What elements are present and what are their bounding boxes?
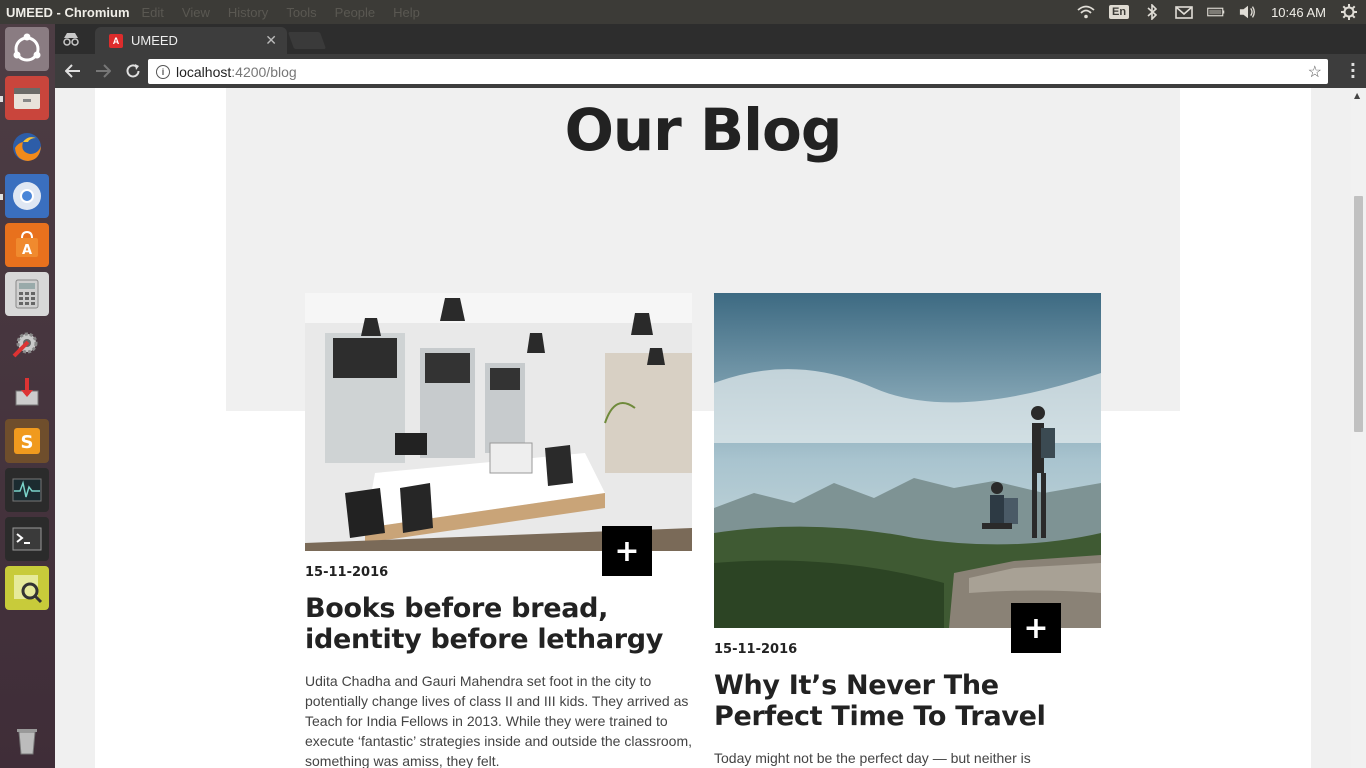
installer-icon[interactable] [5, 370, 49, 414]
running-indicator [0, 194, 3, 200]
post-date: 15-11-2016 [714, 642, 798, 657]
system-tray: En 10:46 AM [1077, 0, 1358, 24]
browser-menu-icon[interactable]: · · · [1350, 57, 1356, 85]
angular-favicon-icon: A [109, 33, 123, 48]
system-monitor-icon[interactable] [5, 468, 49, 512]
page-title: Our Blog [564, 96, 843, 164]
sublime-text-icon[interactable]: S [5, 419, 49, 463]
software-center-icon[interactable]: A [5, 223, 49, 267]
calculator-icon[interactable] [5, 272, 49, 316]
page-left-gutter [55, 88, 95, 768]
menu-tools[interactable]: Tools [286, 5, 316, 20]
svg-text:A: A [22, 243, 32, 258]
active-app-title: UMEED - Chromium [6, 4, 130, 20]
scroll-up-arrow-icon[interactable]: ▲ [1354, 91, 1360, 100]
reload-icon[interactable] [121, 59, 145, 83]
post-title[interactable]: Books before bread, identity before leth… [305, 593, 695, 655]
files-icon[interactable] [5, 76, 49, 120]
address-bar[interactable]: i localhost :4200/blog ☆ [148, 59, 1328, 84]
bookmark-star-icon[interactable]: ☆ [1308, 62, 1322, 82]
back-icon[interactable] [61, 59, 85, 83]
post-date: 15-11-2016 [305, 565, 389, 580]
power-settings-icon[interactable] [1340, 4, 1358, 20]
terminal-icon[interactable] [5, 517, 49, 561]
page-viewport: Our Blog + 15-11-2016 Books before bread… [55, 88, 1366, 768]
menu-view[interactable]: View [182, 5, 210, 20]
post-excerpt: Udita Chadha and Gauri Mahendra set foot… [305, 673, 693, 768]
firefox-icon[interactable] [5, 125, 49, 169]
chromium-icon[interactable] [5, 174, 49, 218]
tab-umeed[interactable]: A UMEED ✕ [95, 27, 287, 54]
url-path: :4200/blog [231, 63, 297, 80]
wifi-icon[interactable] [1077, 4, 1095, 20]
menu-people[interactable]: People [335, 5, 375, 20]
volume-icon[interactable] [1239, 4, 1257, 20]
svg-text:S: S [21, 432, 34, 453]
running-indicator [0, 96, 3, 102]
menu-history[interactable]: History [228, 5, 268, 20]
scrollbar-thumb[interactable] [1354, 196, 1363, 432]
blog-post-card[interactable]: + 15-11-2016 Books before bread, identit… [305, 293, 693, 768]
battery-icon[interactable] [1207, 4, 1225, 20]
tab-title: UMEED [131, 33, 178, 48]
unity-launcher: A S [0, 24, 55, 768]
close-tab-icon[interactable]: ✕ [265, 32, 277, 49]
system-settings-icon[interactable] [5, 321, 49, 365]
browser-toolbar: i localhost :4200/blog ☆ · · · [55, 54, 1366, 88]
system-top-bar: UMEED - Chromium Edit View History Tools… [0, 0, 1366, 24]
new-tab-button[interactable] [287, 32, 327, 49]
travel-photo[interactable] [714, 293, 1101, 628]
menu-edit[interactable]: Edit [142, 5, 164, 20]
page-scrollbar[interactable]: ▲ [1351, 88, 1366, 768]
menu-help[interactable]: Help [393, 5, 420, 20]
page-right-gutter [1311, 88, 1351, 768]
office-photo[interactable] [305, 293, 692, 551]
forward-icon[interactable] [91, 59, 115, 83]
clock[interactable]: 10:46 AM [1271, 5, 1326, 20]
post-title[interactable]: Why It’s Never The Perfect Time To Trave… [714, 670, 1104, 732]
site-info-icon[interactable]: i [156, 64, 170, 79]
trash-icon[interactable] [5, 718, 49, 762]
mail-icon[interactable] [1175, 4, 1193, 20]
url-host: localhost [176, 63, 232, 80]
blog-post-card[interactable]: + 15-11-2016 Why It’s Never The Perfect … [714, 293, 1102, 768]
image-viewer-icon[interactable] [5, 566, 49, 610]
app-menu-bar: Edit View History Tools People Help [142, 5, 420, 20]
browser-window: A UMEED ✕ i localhost :4200/blog ☆ · · · O… [55, 24, 1366, 768]
bluetooth-icon[interactable] [1143, 4, 1161, 20]
keyboard-language-indicator[interactable]: En [1109, 5, 1130, 19]
ubuntu-dash-icon[interactable] [5, 27, 49, 71]
post-excerpt: Today might not be the perfect day — but… [714, 750, 1031, 766]
tab-strip: A UMEED ✕ [55, 24, 1366, 54]
incognito-icon[interactable] [61, 29, 81, 49]
expand-post-button[interactable]: + [1011, 603, 1061, 653]
expand-post-button[interactable]: + [602, 526, 652, 576]
